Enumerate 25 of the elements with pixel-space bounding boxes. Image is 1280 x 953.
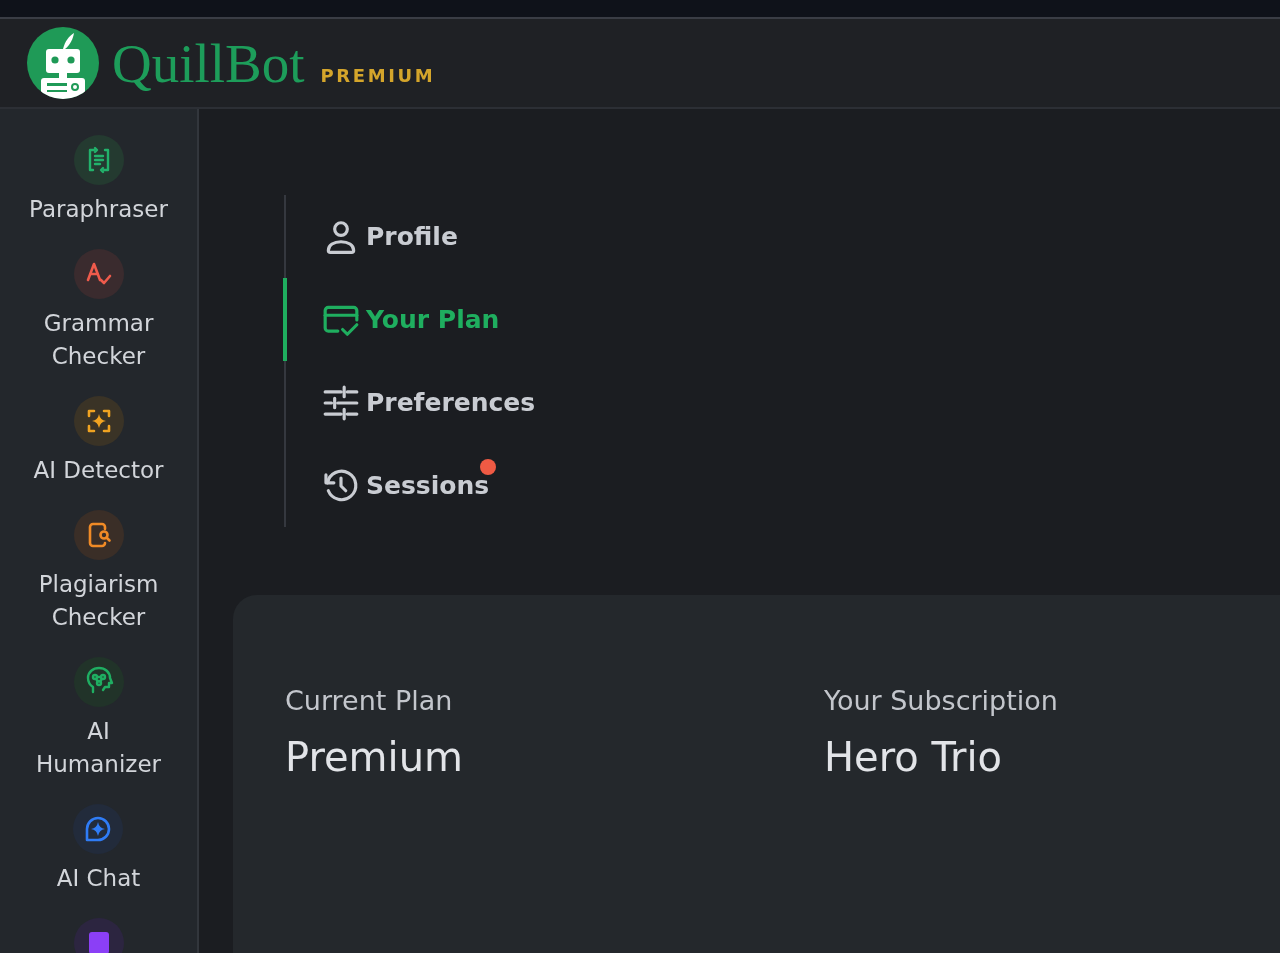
- sidebar-item[interactable]: Grammar Checker: [23, 249, 174, 373]
- settings-tab[interactable]: Preferences: [283, 361, 536, 444]
- logo-text: QuillBot: [112, 35, 305, 91]
- field-label: Current Plan: [285, 685, 453, 716]
- field-label: Your Subscription: [824, 685, 1058, 716]
- field-value: Premium: [285, 734, 463, 780]
- chat-sparkle-icon: [73, 804, 124, 854]
- settings-tab[interactable]: Profile: [283, 195, 536, 278]
- document-arrows-icon: [73, 135, 124, 185]
- sidebar-item[interactable]: AI Detector: [33, 396, 164, 487]
- document-search-icon: [73, 510, 124, 560]
- plan-tier-label: PREMIUM: [320, 64, 436, 86]
- sidebar-item[interactable]: AI Humanizer: [23, 657, 174, 781]
- logo-icon[interactable]: [27, 27, 99, 99]
- settings-tab[interactable]: Sessions: [283, 444, 536, 527]
- settings-tab[interactable]: Your Plan: [283, 278, 536, 361]
- field-value: Hero Trio: [824, 734, 1003, 780]
- sidebar-item[interactable]: AI Chat: [56, 804, 141, 895]
- sliders-icon: [322, 383, 360, 422]
- sidebar-item[interactable]: Paraphraser: [29, 135, 168, 226]
- sparkle-frame-icon: [73, 396, 124, 446]
- letter-check-icon: [73, 249, 124, 299]
- sidebar-item[interactable]: Plagiarism Checker: [23, 510, 174, 634]
- app-icon[interactable]: [73, 918, 124, 953]
- head-network-icon: [73, 657, 124, 707]
